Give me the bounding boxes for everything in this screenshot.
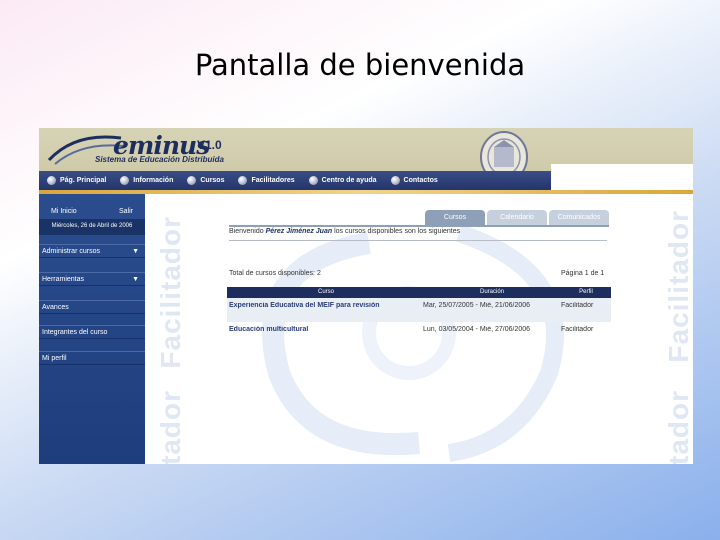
header-blank — [551, 164, 693, 190]
watermark-left-bottom: Facilitador — [155, 390, 187, 464]
content-tabs: Cursos Calendario Comunicados — [425, 210, 611, 225]
logout-link[interactable]: Salir — [119, 208, 133, 217]
course-profile: Facilitador — [561, 326, 594, 333]
tab-underline — [229, 225, 609, 227]
nav-item-facilitators[interactable]: Facilitadores — [238, 176, 295, 185]
pagination-info: Página 1 de 1 — [561, 270, 605, 277]
column-header-duration: Duración — [479, 289, 504, 295]
bullet-icon — [308, 176, 318, 185]
column-header-course: Curso — [317, 289, 334, 295]
bullet-icon — [187, 176, 197, 185]
tab-announcements[interactable]: Comunicados — [549, 210, 609, 225]
nav-item-info[interactable]: Información — [120, 176, 173, 185]
sidebar-item-progress[interactable]: Avances — [39, 300, 145, 314]
nav-item-home[interactable]: Pág. Principal — [47, 176, 106, 185]
column-header-profile: Perfil — [579, 289, 593, 295]
course-duration: Mar, 25/07/2005 - Mié, 21/06/2006 — [423, 302, 531, 309]
sidebar-item-profile[interactable]: Mi perfil — [39, 351, 145, 365]
logo-subtitle: Sistema de Educación Distribuida — [95, 155, 224, 164]
watermark-left: Facilitador — [155, 216, 186, 369]
nav-item-courses[interactable]: Cursos — [187, 176, 224, 185]
tab-calendar[interactable]: Calendario — [487, 210, 547, 225]
table-header: Curso Duración Perfil — [227, 287, 611, 298]
slide-title: Pantalla de bienvenida — [194, 48, 526, 82]
bullet-icon — [120, 176, 130, 185]
current-date: Miércoles, 26 de Abril de 2006 — [39, 219, 145, 235]
tab-courses[interactable]: Cursos — [425, 210, 485, 225]
bullet-icon — [390, 176, 400, 185]
welcome-message: Bienvenido Pérez Jiménez Juan los cursos… — [229, 228, 461, 235]
courses-table: Curso Duración Perfil Experiencia Educat… — [227, 287, 611, 346]
watermark-right-bottom: Facilitador — [663, 390, 693, 464]
user-full-name: Pérez Jiménez Juan — [265, 228, 333, 235]
table-row: Experiencia Educativa del MEIF para revi… — [227, 298, 611, 322]
sidebar: Mi Inicio Salir Miércoles, 26 de Abril d… — [39, 194, 145, 464]
course-duration: Lun, 03/05/2004 - Mié, 27/06/2006 — [423, 326, 531, 333]
logo-version: V1.0 — [197, 138, 222, 152]
course-profile: Facilitador — [561, 302, 594, 309]
user-row: Mi Inicio Salir — [39, 208, 145, 217]
sidebar-item-manage-courses[interactable]: Administrar cursos ▼ — [39, 244, 145, 258]
nav-item-contacts[interactable]: Contactos — [390, 176, 438, 185]
triangle-down-icon: ▼ — [132, 247, 139, 255]
course-count: Total de cursos disponibles: 2 — [229, 270, 321, 277]
sidebar-item-members[interactable]: Integrantes del curso — [39, 325, 145, 339]
sidebar-item-tools[interactable]: Herramientas ▼ — [39, 272, 145, 286]
table-row: Educación multicultural Lun, 03/05/2004 … — [227, 322, 611, 346]
watermark-right: Facilitador — [663, 210, 693, 363]
app-screenshot: eminus V1.0 Sistema de Educación Distrib… — [39, 128, 693, 464]
course-link[interactable]: Educación multicultural — [227, 326, 423, 333]
bullet-icon — [47, 176, 56, 185]
main-nav: Pág. Principal Información Cursos Facili… — [39, 171, 551, 190]
user-name-link[interactable]: Mi Inicio — [51, 208, 77, 217]
bullet-icon — [238, 176, 248, 185]
nav-item-help[interactable]: Centro de ayuda — [308, 176, 377, 185]
divider — [229, 240, 607, 243]
triangle-down-icon: ▼ — [132, 275, 139, 283]
course-link[interactable]: Experiencia Educativa del MEIF para revi… — [227, 302, 423, 309]
